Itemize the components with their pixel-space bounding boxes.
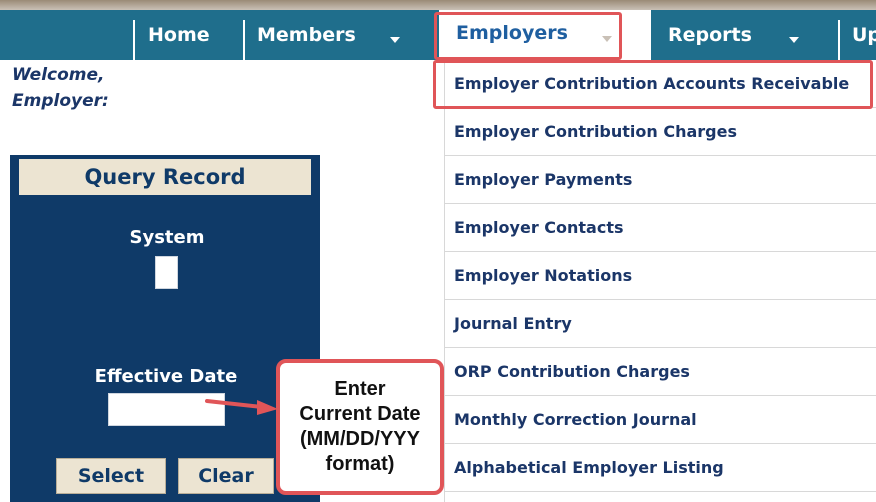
date-format-callout: Enter Current Date (MM/DD/YYY format) bbox=[276, 359, 444, 495]
callout-line: Enter bbox=[334, 378, 386, 400]
callout-line: format) bbox=[325, 453, 395, 475]
callout-line: (MM/DD/YYY bbox=[299, 428, 420, 450]
callout-line: Current Date bbox=[299, 403, 421, 425]
